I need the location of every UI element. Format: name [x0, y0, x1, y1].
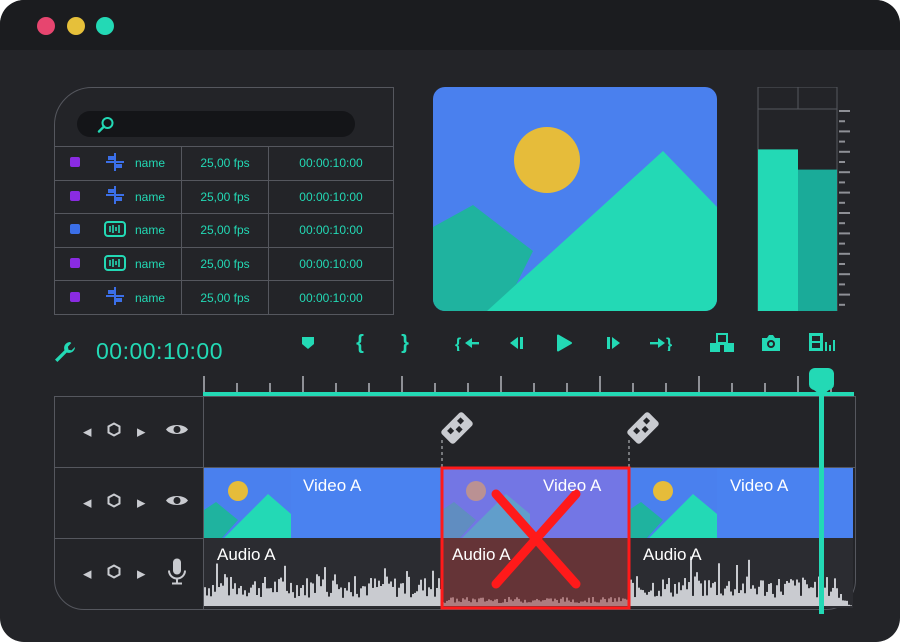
audio-clip-1-label: Audio A — [217, 545, 276, 564]
video-clip-3-label: Video A — [730, 476, 789, 495]
editor-window: name 25,00 fps 00:00:10:00 name 25,00 fps 00:… — [0, 0, 900, 642]
video-clip-1-label: Video A — [303, 476, 362, 495]
timeline-clips-layer — [204, 368, 853, 614]
marker-flag-2[interactable] — [626, 411, 660, 468]
audio-clip-3-label: Audio A — [643, 545, 702, 564]
video-clip-2-label: Video A — [543, 476, 602, 495]
marker-flag-1[interactable] — [440, 411, 474, 468]
audio-clip-2-label: Audio A — [452, 545, 511, 564]
